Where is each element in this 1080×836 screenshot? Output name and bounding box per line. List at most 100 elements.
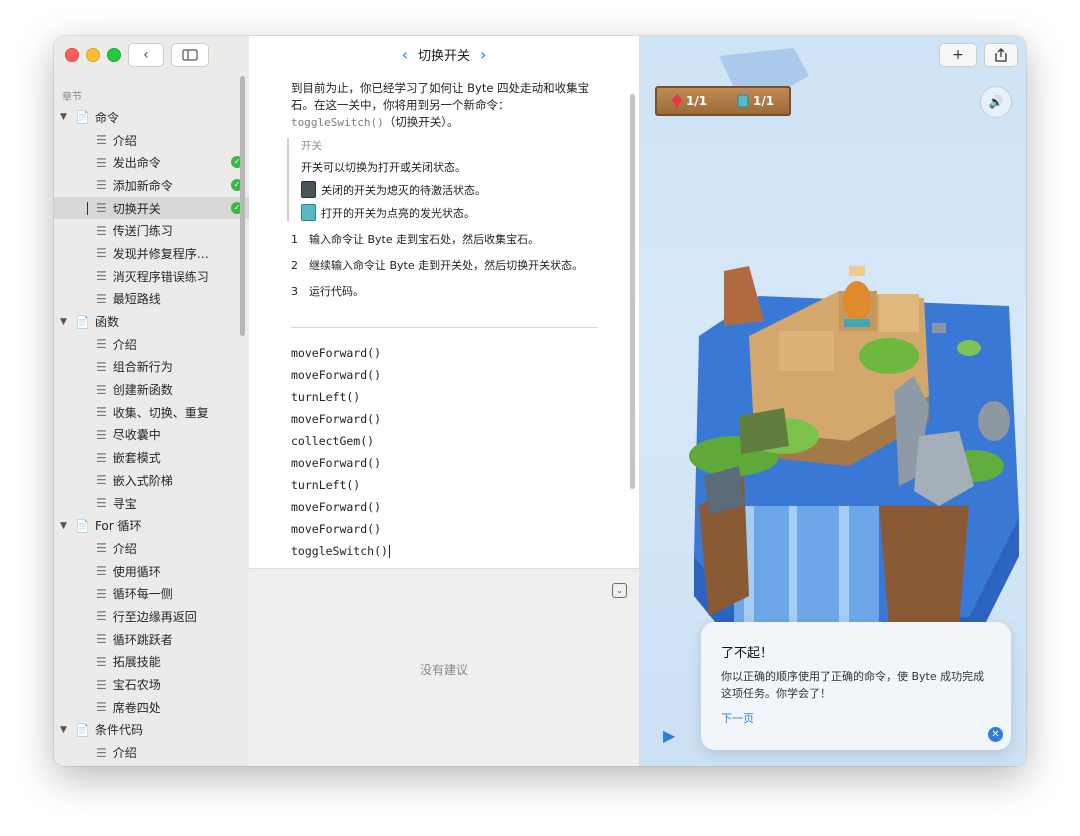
- chapter-2[interactable]: ▼ 📄 For 循环: [54, 514, 249, 537]
- gem-counter: 1/1: [671, 94, 707, 109]
- editor-scrollbar[interactable]: [630, 94, 635, 489]
- sidebar-item-lesson[interactable]: ☰ 席卷四处: [54, 696, 249, 719]
- chapter-tree: ▼ 📄 命令 ☰ 介绍 ☰ 发出命令 ✓ ☰ 添加新命令 ✓ ☰ 切换开关 ✓ ☰ 传送门练习 ☰ 发现并修复程序…: [54, 106, 249, 764]
- lesson-label: 席卷四处: [112, 700, 161, 715]
- sidebar-item-lesson[interactable]: ☰ 尽收囊中: [54, 424, 249, 447]
- intro-code: toggleSwitch(): [291, 116, 384, 129]
- sidebar-item-lesson[interactable]: ☰ 最短路线: [54, 288, 249, 311]
- sidebar-item-lesson[interactable]: ☰ 循环跳跃者: [54, 628, 249, 651]
- disclosure-triangle-icon[interactable]: ▼: [60, 521, 72, 531]
- chapter-1[interactable]: ▼ 📄 函数: [54, 310, 249, 333]
- lesson-label: 尽收囊中: [112, 428, 161, 443]
- sidebar-item-lesson[interactable]: ☰ 传送门练习: [54, 219, 249, 242]
- popup-title: 了不起！: [721, 646, 774, 661]
- success-popup: 了不起！ 你以正确的顺序使用了正确的命令，使 Byte 成功完成这项任务。你学会…: [701, 622, 1011, 750]
- sidebar-toggle-button[interactable]: [171, 43, 209, 67]
- page-icon: ☰: [96, 291, 107, 306]
- page-icon: ☰: [96, 654, 107, 669]
- page-icon: ☰: [96, 450, 107, 465]
- code-line[interactable]: moveForward(): [291, 452, 390, 474]
- intro-text: 到目前为止，你已经学习了如何让 Byte 四处走动和收集宝石。在这一关中，你将用…: [291, 81, 590, 112]
- lesson-label: 消灭程序错误练习: [112, 269, 209, 284]
- sidebar-item-lesson[interactable]: ☰ 嵌套模式: [54, 446, 249, 469]
- minimize-window-button[interactable]: [86, 48, 100, 62]
- sidebar-item-lesson[interactable]: ☰ 发现并修复程序…: [54, 242, 249, 265]
- code-line[interactable]: moveForward(): [291, 518, 390, 540]
- code-line[interactable]: collectGem(): [291, 430, 390, 452]
- code-line[interactable]: toggleSwitch(): [291, 540, 390, 562]
- chapter-3[interactable]: ▼ 📄 条件代码: [54, 719, 249, 742]
- code-line[interactable]: moveForward(): [291, 342, 390, 364]
- back-button[interactable]: ‹: [128, 43, 164, 67]
- sidebar-item-lesson[interactable]: ☰ 嵌入式阶梯: [54, 469, 249, 492]
- add-button[interactable]: +: [939, 43, 977, 67]
- lesson-step: 1 输入命令让 Byte 走到宝石处，然后收集宝石。: [291, 232, 601, 248]
- sidebar-item-lesson[interactable]: ☰ 宝石农场: [54, 673, 249, 696]
- chapter-label: 条件代码: [94, 723, 143, 738]
- sidebar-item-lesson[interactable]: ☰ 收集、切换、重复: [54, 401, 249, 424]
- callout-title: 开关: [301, 140, 322, 152]
- switch-icon: [737, 94, 749, 108]
- sidebar-item-lesson[interactable]: ☰ 介绍: [54, 129, 249, 152]
- sidebar-item-lesson[interactable]: ☰ 拓展技能: [54, 651, 249, 674]
- code-line[interactable]: moveForward(): [291, 496, 390, 518]
- switch-on-icon: [301, 204, 316, 221]
- chevron-right-icon[interactable]: ›: [480, 45, 486, 64]
- lesson-label: 收集、切换、重复: [112, 405, 209, 420]
- page-icon: ☰: [96, 269, 107, 284]
- sidebar-item-lesson[interactable]: ☰ 发出命令 ✓: [54, 151, 249, 174]
- share-button[interactable]: [984, 43, 1018, 67]
- speaker-icon: 🔊: [988, 95, 1004, 109]
- sidebar-item-lesson[interactable]: ☰ 切换开关 ✓: [54, 196, 249, 220]
- sidebar-item-lesson[interactable]: ☰ 使用循环: [54, 560, 249, 583]
- page-icon: ☰: [96, 700, 107, 715]
- disclosure-triangle-icon[interactable]: ▼: [60, 112, 72, 122]
- sidebar-item-lesson[interactable]: ☰ 行至边缘再返回: [54, 605, 249, 628]
- sidebar-item-lesson[interactable]: ☰ 介绍: [54, 537, 249, 560]
- lesson-label: 介绍: [112, 541, 137, 556]
- page-icon: ☰: [96, 609, 107, 624]
- run-code-button[interactable]: ▶: [663, 726, 675, 745]
- close-popup-button[interactable]: ✕: [988, 727, 1003, 742]
- code-line[interactable]: turnLeft(): [291, 474, 390, 496]
- lesson-steps: 1 输入命令让 Byte 走到宝石处，然后收集宝石。 2 继续输入命令让 Byte 走…: [291, 232, 601, 310]
- lesson-label: 循环每一侧: [112, 587, 173, 602]
- chapters-section-label: 章节: [62, 92, 82, 103]
- close-window-button[interactable]: [65, 48, 79, 62]
- sidebar-item-lesson[interactable]: ☰ 消灭程序错误练习: [54, 265, 249, 288]
- popup-body: 你以正确的顺序使用了正确的命令，使 Byte 成功完成这项任务。你学会了！: [721, 670, 985, 700]
- switch-off-icon: [301, 181, 316, 198]
- code-line[interactable]: moveForward(): [291, 364, 390, 386]
- chevron-left-icon[interactable]: ‹: [402, 45, 408, 64]
- chapter-label: For 循环: [94, 519, 142, 534]
- sidebar-scrollbar[interactable]: [240, 76, 245, 336]
- share-icon: [995, 48, 1007, 62]
- next-page-link[interactable]: 下一页: [721, 710, 754, 726]
- sidebar-item-lesson[interactable]: ☰ 创建新函数: [54, 378, 249, 401]
- sidebar-item-lesson[interactable]: ☰ 介绍: [54, 741, 249, 764]
- sidebar-item-lesson[interactable]: ☰ 添加新命令 ✓: [54, 174, 249, 197]
- disclosure-triangle-icon[interactable]: ▼: [60, 725, 72, 735]
- step-number: 2: [291, 259, 298, 272]
- lesson-label: 发现并修复程序…: [112, 246, 209, 261]
- play-icon: ▶: [663, 726, 676, 745]
- sound-button[interactable]: 🔊: [980, 86, 1012, 118]
- callout-on-line: 打开的开关为点亮的发光状态。: [301, 204, 601, 221]
- sidebar-item-lesson[interactable]: ☰ 介绍: [54, 333, 249, 356]
- disclosure-triangle-icon[interactable]: ▼: [60, 317, 72, 327]
- divider: [291, 327, 598, 328]
- code-editor[interactable]: moveForward() moveForward() turnLeft() move…: [291, 342, 390, 562]
- page-icon: ☰: [96, 155, 107, 170]
- code-line[interactable]: turnLeft(): [291, 386, 390, 408]
- sidebar-item-lesson[interactable]: ☰ 寻宝: [54, 492, 249, 515]
- sidebar-item-lesson[interactable]: ☰ 组合新行为: [54, 356, 249, 379]
- gem-icon: [671, 94, 682, 109]
- sidebar-item-lesson[interactable]: ☰ 循环每一侧: [54, 582, 249, 605]
- chapter-0[interactable]: ▼ 📄 命令: [54, 106, 249, 129]
- page-icon: ☰: [96, 677, 107, 692]
- chevron-down-icon[interactable]: ⌄: [612, 583, 627, 598]
- code-line[interactable]: moveForward(): [291, 408, 390, 430]
- switch-callout: 开关 开关可以切换为打开或关闭状态。 关闭的开关为熄灭的待激活状态。 打开的开关…: [287, 138, 601, 221]
- step-text: 输入命令让 Byte 走到宝石处，然后收集宝石。: [309, 233, 540, 246]
- zoom-window-button[interactable]: [107, 48, 121, 62]
